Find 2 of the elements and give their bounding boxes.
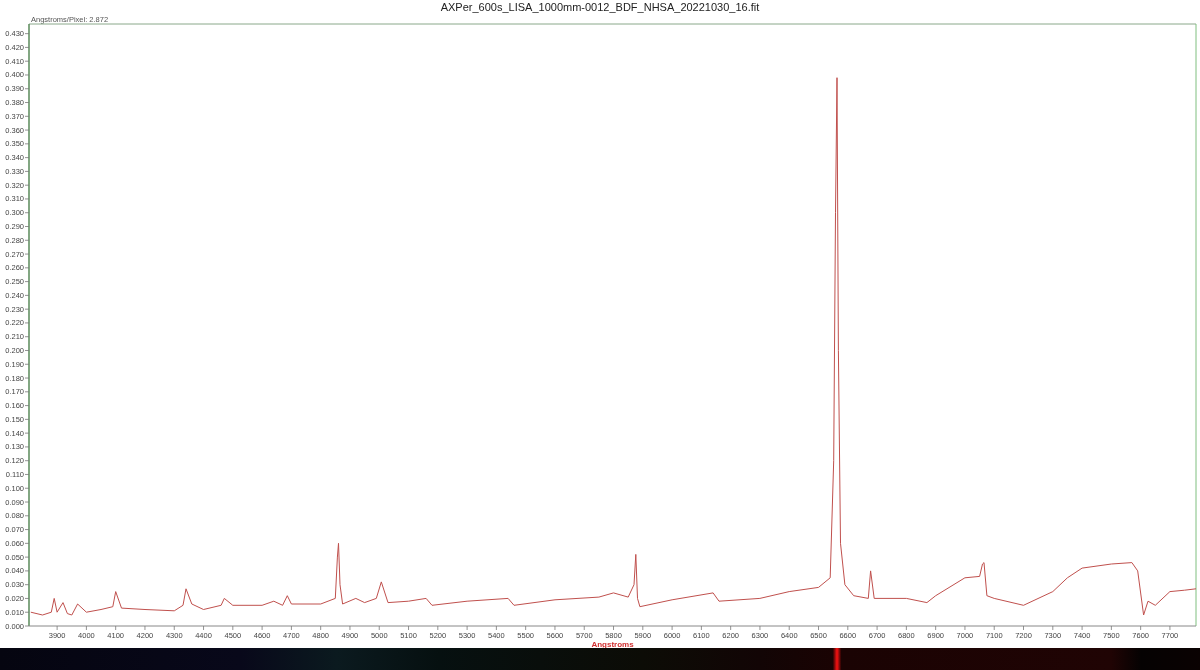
axis-title: Angstroms [591,640,634,648]
window-title: AXPer_600s_LISA_1000mm-0012_BDF_NHSA_20221030_16.fit [440,0,760,14]
